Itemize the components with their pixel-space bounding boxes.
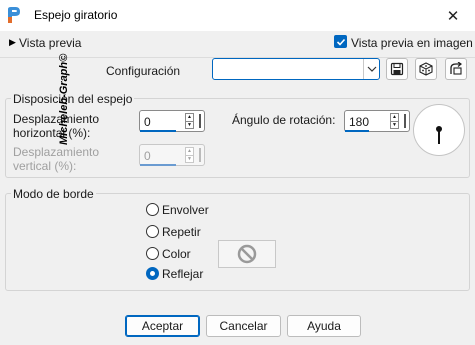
config-label: Configuración — [106, 64, 181, 78]
help-button[interactable]: Ayuda — [287, 315, 361, 337]
rotation-dial[interactable] — [413, 104, 465, 156]
stepper-up-icon[interactable]: ▲ — [186, 114, 193, 121]
edge-mode-legend: Modo de borde — [11, 187, 96, 201]
preview-toggle-label[interactable]: Vista previa — [19, 36, 81, 50]
radio-wrap-label[interactable]: Envolver — [162, 203, 209, 217]
h-offset-label: Desplazamiento horizontal (%): — [13, 112, 99, 140]
rotation-label: Ángulo de rotación: — [232, 113, 336, 127]
radio-repeat[interactable] — [146, 225, 159, 238]
v-offset-label-line2: vertical (%): — [13, 159, 77, 173]
radio-reflect[interactable] — [146, 267, 159, 280]
rotation-spinner[interactable]: 180 ▲ ▼ — [344, 110, 410, 132]
save-icon — [390, 62, 404, 76]
save-preset-button[interactable] — [386, 58, 408, 80]
ok-button[interactable]: Aceptar — [125, 315, 200, 337]
h-offset-stepper[interactable]: ▲ ▼ — [185, 113, 194, 129]
v-offset-value: 0 — [144, 149, 151, 163]
reset-defaults-button[interactable] — [445, 58, 467, 80]
title-bar: Espejo giratorio ✕ — [0, 0, 475, 31]
v-offset-slider-handle — [199, 148, 201, 162]
stepper-up-icon: ▲ — [187, 148, 192, 154]
random-dice-icon — [419, 62, 433, 76]
v-offset-label-line1: Desplazamiento — [13, 145, 100, 159]
rotation-slider[interactable] — [345, 130, 369, 132]
radio-reflect-label[interactable]: Reflejar — [162, 267, 203, 281]
h-offset-slider-handle[interactable] — [199, 114, 201, 128]
ok-label: Aceptar — [141, 319, 184, 333]
stepper-down-icon[interactable]: ▼ — [391, 121, 398, 128]
h-offset-spinner[interactable]: 0 ▲ ▼ — [139, 110, 205, 132]
reset-icon — [450, 62, 463, 75]
preview-on-image-label[interactable]: Vista previa en imagen — [351, 36, 473, 50]
stepper-down-icon: ▼ — [186, 155, 193, 162]
color-swatch — [218, 240, 276, 268]
watermark: Micheleb-Graph© — [58, 54, 70, 145]
window-title: Espejo giratorio — [34, 8, 118, 22]
preview-on-image-checkbox[interactable] — [334, 35, 347, 48]
dial-needle-icon — [436, 126, 442, 144]
v-offset-stepper: ▲ ▼ — [185, 147, 194, 163]
v-offset-label: Desplazamiento vertical (%): — [13, 145, 99, 173]
chevron-down-icon[interactable] — [363, 59, 379, 79]
prohibited-icon — [237, 244, 257, 264]
mirror-layout-legend: Disposición del espejo — [11, 92, 135, 106]
expand-preview-icon[interactable]: ▶ — [9, 37, 16, 48]
close-icon[interactable]: ✕ — [431, 0, 475, 31]
stepper-down-icon[interactable]: ▼ — [186, 121, 193, 128]
help-label: Ayuda — [307, 319, 341, 333]
watermark-text: Micheleb-Graph© — [58, 53, 70, 145]
h-offset-value[interactable]: 0 — [144, 115, 151, 129]
radio-wrap[interactable] — [146, 203, 159, 216]
h-offset-label-line2: horizontal (%): — [13, 126, 91, 140]
cancel-label: Cancelar — [219, 319, 268, 333]
v-offset-slider — [140, 164, 176, 166]
stepper-up-icon[interactable]: ▲ — [391, 114, 398, 121]
checkmark-icon — [336, 38, 345, 46]
rotation-value[interactable]: 180 — [349, 115, 369, 129]
paint-palette-icon — [8, 7, 20, 23]
randomize-button[interactable] — [415, 58, 437, 80]
cancel-button[interactable]: Cancelar — [206, 315, 281, 337]
radio-color[interactable] — [146, 247, 159, 260]
rotation-slider-handle[interactable] — [404, 114, 406, 128]
h-offset-label-line1: Desplazamiento — [13, 112, 100, 126]
config-combobox[interactable] — [212, 58, 380, 80]
rotation-stepper[interactable]: ▲ ▼ — [390, 113, 399, 129]
radio-color-label[interactable]: Color — [162, 247, 191, 261]
v-offset-spinner: 0 ▲ ▼ — [139, 144, 205, 166]
radio-repeat-label[interactable]: Repetir — [162, 225, 201, 239]
h-offset-slider[interactable] — [140, 130, 176, 132]
